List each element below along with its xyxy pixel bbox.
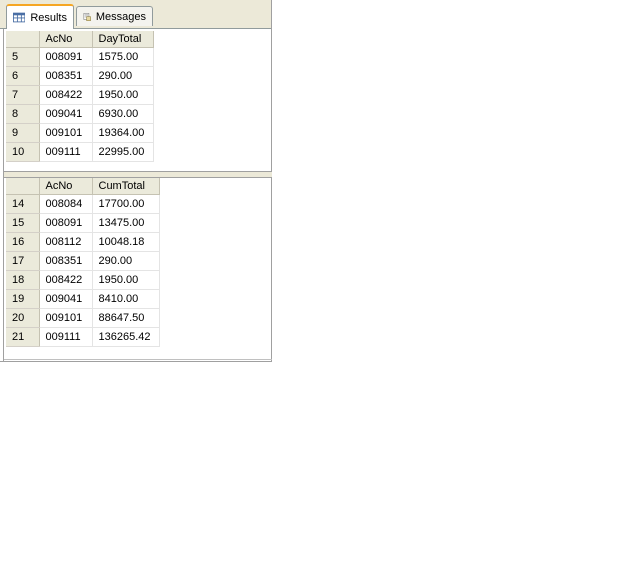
tab-results-label: Results (30, 11, 67, 24)
cell-value[interactable]: 136265.42 (92, 327, 160, 347)
cell-value[interactable]: 6930.00 (92, 104, 154, 124)
cell-value[interactable]: 13475.00 (92, 213, 160, 233)
row-number[interactable]: 15 (6, 213, 40, 233)
cell-acno[interactable]: 008422 (39, 270, 93, 290)
table-row[interactable]: 18 008422 1950.00 (6, 270, 160, 290)
tab-results[interactable]: Results (6, 4, 74, 29)
row-number[interactable]: 21 (6, 327, 40, 347)
cell-acno[interactable]: 008422 (39, 85, 93, 105)
table-row[interactable]: 10 009111 22995.00 (6, 142, 154, 162)
grid1-col-acno[interactable]: AcNo (39, 31, 93, 48)
table-row[interactable]: 17 008351 290.00 (6, 251, 160, 271)
row-number[interactable]: 8 (6, 104, 40, 124)
table-row[interactable]: 5 008091 1575.00 (6, 47, 154, 67)
row-number[interactable]: 17 (6, 251, 40, 271)
grid-splitter[interactable] (4, 171, 272, 178)
cell-acno[interactable]: 009101 (39, 123, 93, 143)
cell-value[interactable]: 1950.00 (92, 85, 154, 105)
table-row[interactable]: 7 008422 1950.00 (6, 85, 154, 105)
cell-value[interactable]: 17700.00 (92, 194, 160, 214)
row-number[interactable]: 19 (6, 289, 40, 309)
cell-value[interactable]: 19364.00 (92, 123, 154, 143)
row-number[interactable]: 7 (6, 85, 40, 105)
table-row[interactable]: 15 008091 13475.00 (6, 213, 160, 233)
row-number[interactable]: 9 (6, 123, 40, 143)
grid1-col-daytotal[interactable]: DayTotal (92, 31, 154, 48)
cell-acno[interactable]: 008091 (39, 47, 93, 67)
cell-acno[interactable]: 009101 (39, 308, 93, 328)
cell-acno[interactable]: 009111 (39, 142, 93, 162)
row-number[interactable]: 18 (6, 270, 40, 290)
cell-acno[interactable]: 008084 (39, 194, 93, 214)
result-grid-1[interactable]: AcNo DayTotal 5 008091 1575.00 6 008351 290.0… (6, 31, 154, 162)
cell-value[interactable]: 290.00 (92, 66, 154, 86)
table-row[interactable]: 8 009041 6930.00 (6, 104, 154, 124)
row-number[interactable]: 16 (6, 232, 40, 252)
cell-acno[interactable]: 009041 (39, 289, 93, 309)
table-row[interactable]: 9 009101 19364.00 (6, 123, 154, 143)
row-number[interactable]: 10 (6, 142, 40, 162)
grid2-corner-header (6, 178, 40, 195)
row-number[interactable]: 20 (6, 308, 40, 328)
tab-strip: Results Messages (0, 0, 271, 29)
cell-acno[interactable]: 009111 (39, 327, 93, 347)
table-row[interactable]: 21 009111 136265.42 (6, 327, 160, 347)
cell-value[interactable]: 1575.00 (92, 47, 154, 67)
grid2-col-cumtotal[interactable]: CumTotal (92, 178, 160, 195)
cell-acno[interactable]: 009041 (39, 104, 93, 124)
cell-acno[interactable]: 008351 (39, 251, 93, 271)
row-number[interactable]: 6 (6, 66, 40, 86)
cell-acno[interactable]: 008091 (39, 213, 93, 233)
result-grid-2[interactable]: AcNo CumTotal 14 008084 17700.00 15 008091 13… (6, 178, 160, 347)
table-row[interactable]: 6 008351 290.00 (6, 66, 154, 86)
panel-left-border (3, 29, 4, 362)
row-number[interactable]: 5 (6, 47, 40, 67)
grid-icon (13, 12, 26, 23)
grid2-col-acno[interactable]: AcNo (39, 178, 93, 195)
tab-messages[interactable]: Messages (76, 6, 153, 26)
cell-value[interactable]: 88647.50 (92, 308, 160, 328)
row-number[interactable]: 14 (6, 194, 40, 214)
message-icon (83, 12, 91, 21)
cell-value[interactable]: 8410.00 (92, 289, 160, 309)
cell-value[interactable]: 1950.00 (92, 270, 160, 290)
table-row[interactable]: 14 008084 17700.00 (6, 194, 160, 214)
tab-messages-label: Messages (95, 10, 146, 23)
panel-bottom-border (4, 359, 272, 360)
table-row[interactable]: 19 009041 8410.00 (6, 289, 160, 309)
cell-value[interactable]: 22995.00 (92, 142, 154, 162)
table-row[interactable]: 20 009101 88647.50 (6, 308, 160, 328)
cell-value[interactable]: 10048.18 (92, 232, 160, 252)
cell-value[interactable]: 290.00 (92, 251, 160, 271)
cell-acno[interactable]: 008351 (39, 66, 93, 86)
results-panel: Results Messages AcNo DayTotal 5 008091 15… (0, 0, 272, 362)
table-row[interactable]: 16 008112 10048.18 (6, 232, 160, 252)
cell-acno[interactable]: 008112 (39, 232, 93, 252)
grid1-corner-header (6, 31, 40, 48)
